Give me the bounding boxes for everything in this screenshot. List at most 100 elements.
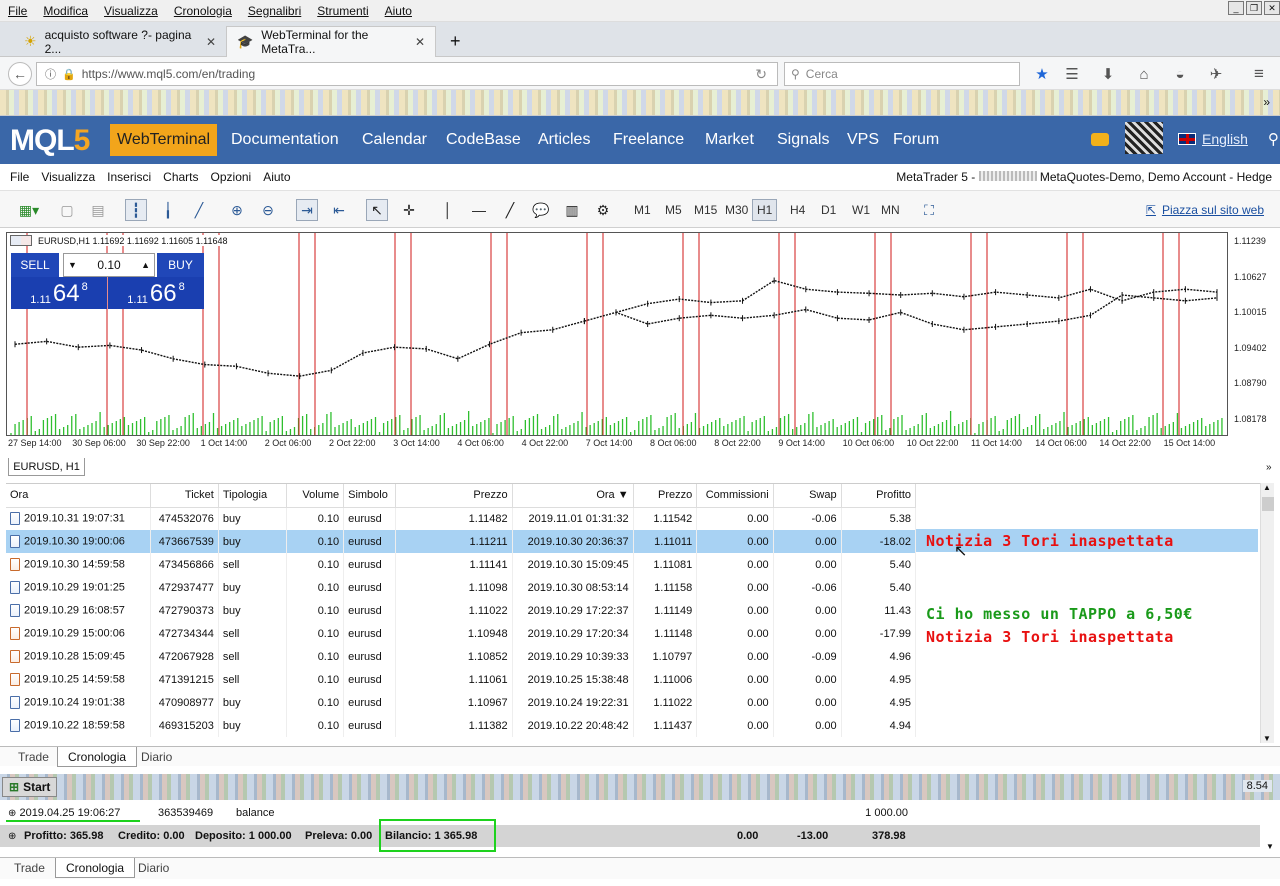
- chat-icon[interactable]: [1091, 133, 1109, 146]
- term-menu-aiuto[interactable]: Aiuto: [257, 170, 296, 184]
- url-bar[interactable]: ⓘ 🔒 https://www.mql5.com/en/trading ↻: [36, 62, 778, 86]
- history-scrollbar[interactable]: ▲ ▼: [1260, 483, 1274, 743]
- term-menu-charts[interactable]: Charts: [157, 170, 204, 184]
- nav-articles[interactable]: Articles: [531, 116, 597, 164]
- autoscroll-icon[interactable]: ⇥: [296, 199, 318, 221]
- mql5-logo[interactable]: MQL5: [10, 124, 90, 158]
- nav-market[interactable]: Market: [698, 116, 761, 164]
- menu-file[interactable]: File: [0, 4, 35, 18]
- lot-up-icon[interactable]: ▲: [141, 260, 150, 270]
- download-icon[interactable]: ⬇: [1099, 65, 1117, 83]
- trendline-icon[interactable]: ╱: [499, 199, 521, 221]
- reload-icon[interactable]: ↻: [755, 66, 767, 83]
- library-icon[interactable]: ☰: [1063, 65, 1081, 83]
- timeframe-mn[interactable]: MN: [877, 199, 904, 221]
- home-icon[interactable]: ⌂: [1135, 65, 1153, 83]
- indicators-icon[interactable]: ⚙: [592, 199, 614, 221]
- column-header[interactable]: Simbolo: [343, 484, 396, 508]
- nav-freelance[interactable]: Freelance: [606, 116, 691, 164]
- tab-diario[interactable]: Diario: [128, 858, 179, 878]
- nav-documentation[interactable]: Documentation: [224, 116, 346, 164]
- chart-shift-icon[interactable]: ⇤: [328, 199, 350, 221]
- column-header[interactable]: Prezzo: [395, 484, 513, 508]
- sell-price[interactable]: 1.11 64 8: [11, 277, 107, 309]
- close-icon[interactable]: ✕: [1264, 1, 1280, 15]
- menu-cronologia[interactable]: Cronologia: [166, 4, 240, 18]
- expand-icon[interactable]: ⊕: [8, 808, 16, 819]
- candlestick-icon[interactable]: ╽: [157, 199, 179, 221]
- table-row[interactable]: 2019.10.25 14:59:58 471391215 sell 0.10 euru…: [6, 668, 917, 691]
- timeframe-m5[interactable]: M5: [661, 199, 686, 221]
- restore-icon[interactable]: ❐: [1246, 1, 1262, 15]
- tab-trade[interactable]: Trade: [4, 858, 55, 878]
- cursor-icon[interactable]: ↖: [366, 199, 388, 221]
- scroll-down-icon[interactable]: ▼: [1266, 842, 1274, 851]
- search-icon[interactable]: ⚲: [1268, 130, 1279, 148]
- table-row[interactable]: 2019.10.30 19:00:06 473667539 buy 0.10 eurus…: [6, 530, 917, 553]
- nav-signals[interactable]: Signals: [770, 116, 836, 164]
- timeframe-m1[interactable]: M1: [630, 199, 655, 221]
- bookmark-star-icon[interactable]: ★: [1033, 65, 1051, 83]
- column-header[interactable]: Ora: [6, 484, 151, 508]
- pocket-icon[interactable]: ◒: [1171, 65, 1189, 83]
- menu-modifica[interactable]: Modifica: [35, 4, 96, 18]
- place-on-site-link[interactable]: ⇱ Piazza sul sito web: [1146, 203, 1264, 217]
- nav-forum[interactable]: Forum: [886, 116, 946, 164]
- crosshair-icon[interactable]: ✛: [398, 199, 420, 221]
- term-menu-opzioni[interactable]: Opzioni: [205, 170, 258, 184]
- bookmarks-toolbar[interactable]: »: [0, 90, 1280, 116]
- column-header[interactable]: Swap: [773, 484, 842, 508]
- chart-tab-eurusd-h1[interactable]: EURUSD, H1: [8, 458, 85, 476]
- tab-webterminal[interactable]: 🎓 WebTerminal for the MetaTra... ✕: [226, 26, 436, 57]
- chart-menu-icon[interactable]: [10, 235, 32, 246]
- minimize-icon[interactable]: _: [1228, 1, 1244, 15]
- lot-down-icon[interactable]: ▼: [68, 260, 77, 270]
- back-arrow-icon[interactable]: ←: [8, 62, 32, 86]
- overflow-chevron-icon[interactable]: »: [1263, 95, 1270, 109]
- fullscreen-icon[interactable]: ⛶: [918, 199, 940, 221]
- menu-strumenti[interactable]: Strumenti: [309, 4, 376, 18]
- column-header[interactable]: Commissioni: [696, 484, 774, 508]
- menu-segnalibri[interactable]: Segnalibri: [240, 4, 309, 18]
- new-tab-button[interactable]: +: [440, 26, 471, 57]
- column-header[interactable]: Ticket: [150, 484, 219, 508]
- new-order-icon[interactable]: ▢: [56, 199, 78, 221]
- line-chart-icon[interactable]: ╱: [188, 199, 210, 221]
- fibonacci-icon[interactable]: ▥: [561, 199, 583, 221]
- tab-cronologia[interactable]: Cronologia: [55, 858, 136, 878]
- nav-calendar[interactable]: Calendar: [355, 116, 434, 164]
- tab-close-icon[interactable]: ✕: [206, 35, 216, 49]
- table-row[interactable]: 2019.10.29 19:01:25 472937477 buy 0.10 eurus…: [6, 576, 917, 599]
- lot-input[interactable]: ▼ 0.10 ▲: [63, 253, 155, 277]
- table-row[interactable]: 2019.10.28 15:09:45 472067928 sell 0.10 euru…: [6, 645, 917, 668]
- term-menu-file[interactable]: File: [0, 170, 35, 184]
- tab-close-icon[interactable]: ✕: [415, 35, 425, 49]
- timeframe-m30[interactable]: M30: [721, 199, 752, 221]
- table-row[interactable]: 2019.10.31 19:07:31 474532076 buy 0.10 eurus…: [6, 507, 917, 530]
- hamburger-menu-icon[interactable]: ≡: [1250, 64, 1268, 83]
- timeframe-h4[interactable]: H4: [786, 199, 809, 221]
- table-row[interactable]: 2019.10.29 16:08:57 472790373 buy 0.10 eurus…: [6, 599, 917, 622]
- bar-chart-icon[interactable]: ┇: [125, 199, 147, 221]
- panel-expand-icon[interactable]: »: [1266, 462, 1272, 473]
- column-header[interactable]: Prezzo: [633, 484, 698, 508]
- horizontal-line-icon[interactable]: ―: [468, 199, 490, 221]
- column-header[interactable]: Volume: [286, 484, 345, 508]
- timeframe-h1[interactable]: H1: [752, 199, 778, 221]
- extension-icon[interactable]: ✈: [1207, 65, 1225, 83]
- tab-forum[interactable]: ☀ acquisto software ?- pagina 2... ✕: [14, 26, 226, 57]
- info-icon[interactable]: ⓘ: [45, 66, 56, 82]
- column-header[interactable]: Profitto: [841, 484, 917, 508]
- vertical-line-icon[interactable]: │: [437, 199, 459, 221]
- menu-visualizza[interactable]: Visualizza: [96, 4, 166, 18]
- table-row[interactable]: 2019.10.30 14:59:58 473456866 sell 0.10 euru…: [6, 553, 917, 576]
- table-row[interactable]: 2019.10.22 18:59:58 469315203 buy 0.10 eurus…: [6, 714, 917, 737]
- nav-vps[interactable]: VPS: [840, 116, 886, 164]
- timeframe-m15[interactable]: M15: [690, 199, 721, 221]
- text-label-icon[interactable]: 💬: [530, 199, 552, 221]
- timeframe-w1[interactable]: W1: [848, 199, 874, 221]
- term-menu-visualizza[interactable]: Visualizza: [35, 170, 101, 184]
- language-selector[interactable]: English ⚲: [1178, 130, 1279, 148]
- start-button[interactable]: ⊞ Start: [2, 777, 58, 797]
- zoom-out-icon[interactable]: ⊖: [257, 199, 279, 221]
